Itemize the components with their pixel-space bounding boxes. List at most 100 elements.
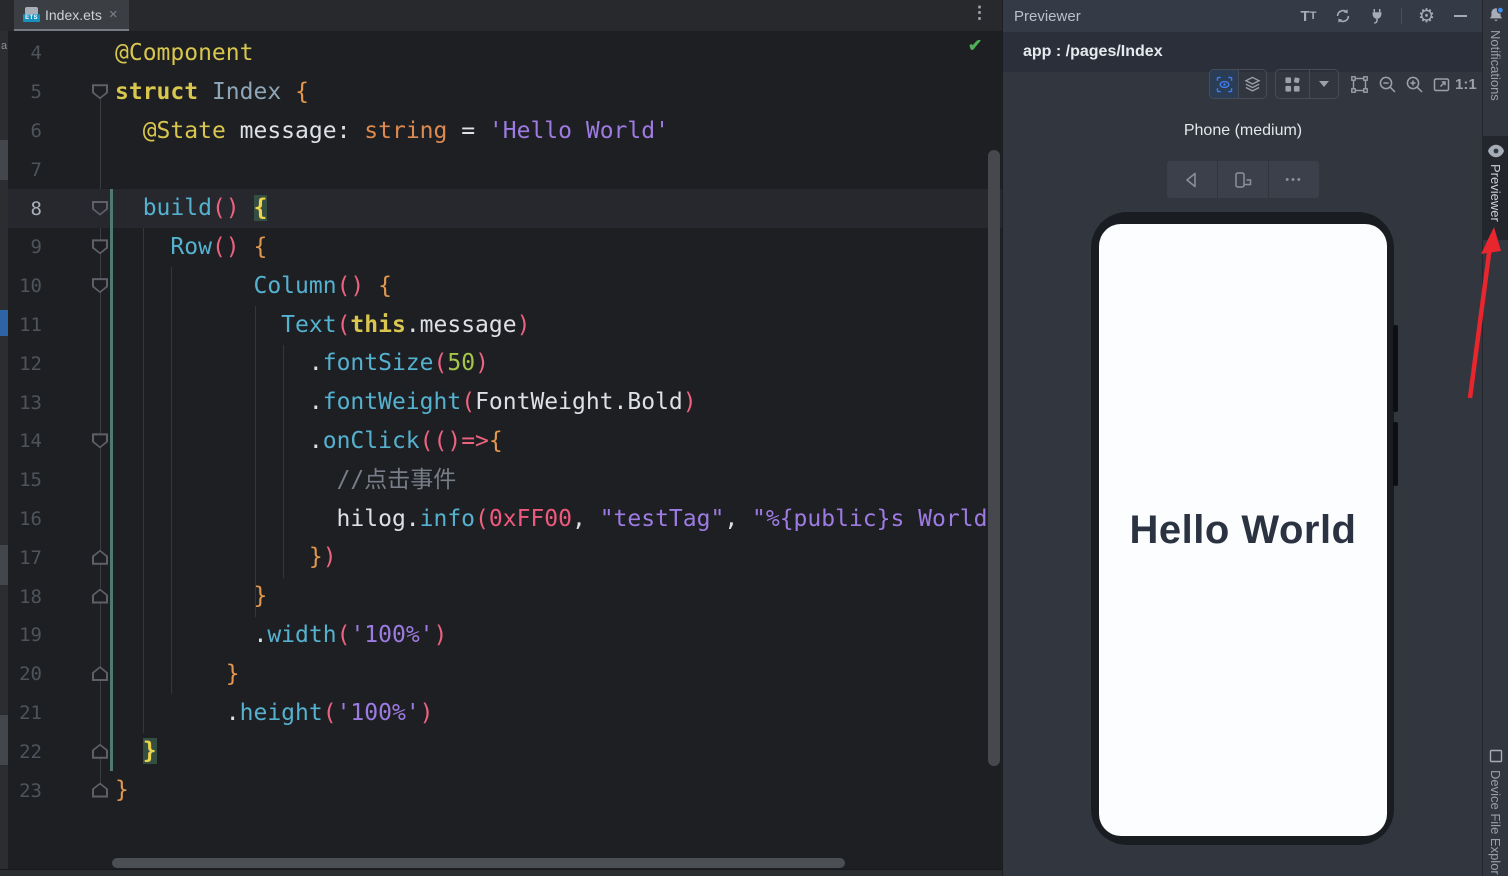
zoom-in-icon[interactable]: [1404, 74, 1424, 94]
line-number[interactable]: 6: [8, 120, 42, 142]
code-line[interactable]: 20 }: [8, 655, 1002, 694]
fold-open-icon[interactable]: [92, 84, 108, 100]
code-line[interactable]: 10 Column() {: [8, 267, 1002, 306]
code-text[interactable]: Column() {: [112, 267, 1002, 306]
code-text[interactable]: }): [112, 538, 1002, 577]
fold-close-icon[interactable]: [92, 666, 108, 682]
line-number[interactable]: 18: [8, 586, 42, 608]
fold-open-icon[interactable]: [92, 433, 108, 449]
fold-close-icon[interactable]: [92, 743, 108, 759]
code-line[interactable]: 11 Text(this.message): [8, 306, 1002, 345]
code-line[interactable]: 22 }: [8, 732, 1002, 771]
vertical-scrollbar[interactable]: [988, 150, 1000, 766]
clipped-text: a: [1, 40, 8, 52]
zoom-out-icon[interactable]: [1377, 74, 1397, 94]
code-text[interactable]: }: [112, 577, 1002, 616]
code-text[interactable]: Row() {: [112, 228, 1002, 267]
code-line[interactable]: 14 .onClick(()=>{: [8, 422, 1002, 461]
gear-icon[interactable]: ⚙: [1417, 6, 1436, 26]
analysis-check-icon[interactable]: ✔: [968, 36, 982, 56]
code-text[interactable]: Text(this.message): [112, 306, 1002, 345]
components-grid-icon[interactable]: [1276, 70, 1309, 98]
code-line[interactable]: 16 hilog.info(0xFF00, "testTag", "%{publ…: [8, 500, 1002, 539]
code-line[interactable]: 4 @Component: [8, 34, 1002, 73]
code-line[interactable]: 9 Row() {: [8, 228, 1002, 267]
fold-close-icon[interactable]: [92, 782, 108, 798]
fold-open-icon[interactable]: [92, 200, 108, 216]
line-number[interactable]: 5: [8, 81, 42, 103]
line-number[interactable]: 11: [8, 314, 42, 336]
zoom-ratio-label[interactable]: 1:1: [1455, 76, 1477, 93]
code-line[interactable]: 23}: [8, 771, 1002, 810]
line-number[interactable]: 23: [8, 780, 42, 802]
line-number[interactable]: 21: [8, 702, 42, 724]
minimize-icon[interactable]: [1451, 7, 1470, 26]
font-size-icon[interactable]: TT: [1299, 7, 1318, 26]
plug-icon[interactable]: [1367, 7, 1386, 26]
phone-screen[interactable]: Hello World: [1099, 224, 1387, 836]
line-number[interactable]: 14: [8, 430, 42, 452]
line-number[interactable]: 22: [8, 741, 42, 763]
line-number[interactable]: 8: [8, 198, 42, 220]
code-text[interactable]: .fontWeight(FontWeight.Bold): [112, 383, 1002, 422]
code-text[interactable]: @State message: string = 'Hello World': [112, 112, 1002, 151]
code-line[interactable]: 6 @State message: string = 'Hello World': [8, 112, 1002, 151]
line-number[interactable]: 9: [8, 236, 42, 258]
code-text[interactable]: .width('100%'): [112, 616, 1002, 655]
tab-index-ets[interactable]: ETS Index.ets ×: [14, 0, 129, 31]
back-button[interactable]: [1167, 161, 1217, 198]
toolwindow-previewer[interactable]: Previewer: [1483, 136, 1508, 240]
rotate-device-button[interactable]: [1217, 161, 1268, 198]
code-line[interactable]: 17 }): [8, 538, 1002, 577]
code-line[interactable]: 18 }: [8, 577, 1002, 616]
line-number[interactable]: 13: [8, 392, 42, 414]
horizontal-scrollbar[interactable]: [112, 858, 845, 868]
line-number[interactable]: 10: [8, 275, 42, 297]
grid-dropdown-arrow[interactable]: [1310, 70, 1338, 98]
code-text[interactable]: }: [112, 771, 1002, 810]
fold-close-icon[interactable]: [92, 549, 108, 565]
code-line[interactable]: 12 .fontSize(50): [8, 344, 1002, 383]
code-line[interactable]: 8 build() {: [8, 189, 1002, 228]
code-line[interactable]: 15 //点击事件: [8, 461, 1002, 500]
line-number[interactable]: 4: [8, 42, 42, 64]
collapsed-panel-sliver[interactable]: a: [0, 31, 8, 869]
line-number[interactable]: 12: [8, 353, 42, 375]
code-text[interactable]: struct Index {: [112, 73, 1002, 112]
preview-hello-text[interactable]: Hello World: [1130, 508, 1357, 553]
fold-close-icon[interactable]: [92, 588, 108, 604]
indent-guide: [255, 306, 256, 617]
preview-eye-toggle[interactable]: [1210, 70, 1238, 98]
fold-open-icon[interactable]: [92, 278, 108, 294]
line-number[interactable]: 7: [8, 159, 42, 181]
code-text[interactable]: @Component: [112, 34, 1002, 73]
close-icon[interactable]: ×: [109, 7, 118, 22]
code-text[interactable]: }: [112, 655, 1002, 694]
code-text[interactable]: //点击事件: [112, 461, 1002, 500]
frame-select-icon[interactable]: [1349, 74, 1369, 94]
line-number[interactable]: 20: [8, 663, 42, 685]
code-text[interactable]: }: [112, 732, 1002, 771]
code-text[interactable]: build() {: [112, 189, 1002, 228]
refresh-icon[interactable]: [1333, 7, 1352, 26]
line-number[interactable]: 16: [8, 508, 42, 530]
code-line[interactable]: 21 .height('100%'): [8, 694, 1002, 733]
code-text[interactable]: .onClick(()=>{: [112, 422, 1002, 461]
line-number[interactable]: 19: [8, 624, 42, 646]
toolwindow-device-file-explorer[interactable]: Device File Explor: [1483, 748, 1508, 876]
code-line[interactable]: 19 .width('100%'): [8, 616, 1002, 655]
code-text[interactable]: .height('100%'): [112, 694, 1002, 733]
kebab-menu-icon[interactable]: ⋮: [971, 3, 988, 23]
code-text[interactable]: .fontSize(50): [112, 344, 1002, 383]
layers-toggle[interactable]: [1239, 70, 1266, 98]
code-line[interactable]: 13 .fontWeight(FontWeight.Bold): [8, 383, 1002, 422]
code-text[interactable]: hilog.info(0xFF00, "testTag", "%{public}…: [112, 500, 1002, 539]
code-line[interactable]: 5 struct Index {: [8, 73, 1002, 112]
toolwindow-notifications[interactable]: Notifications: [1483, 6, 1508, 130]
fit-to-window-icon[interactable]: [1431, 74, 1451, 94]
code-line[interactable]: 7: [8, 150, 1002, 189]
more-options-button[interactable]: •••: [1268, 161, 1319, 198]
line-number[interactable]: 15: [8, 469, 42, 491]
fold-open-icon[interactable]: [92, 239, 108, 255]
line-number[interactable]: 17: [8, 547, 42, 569]
